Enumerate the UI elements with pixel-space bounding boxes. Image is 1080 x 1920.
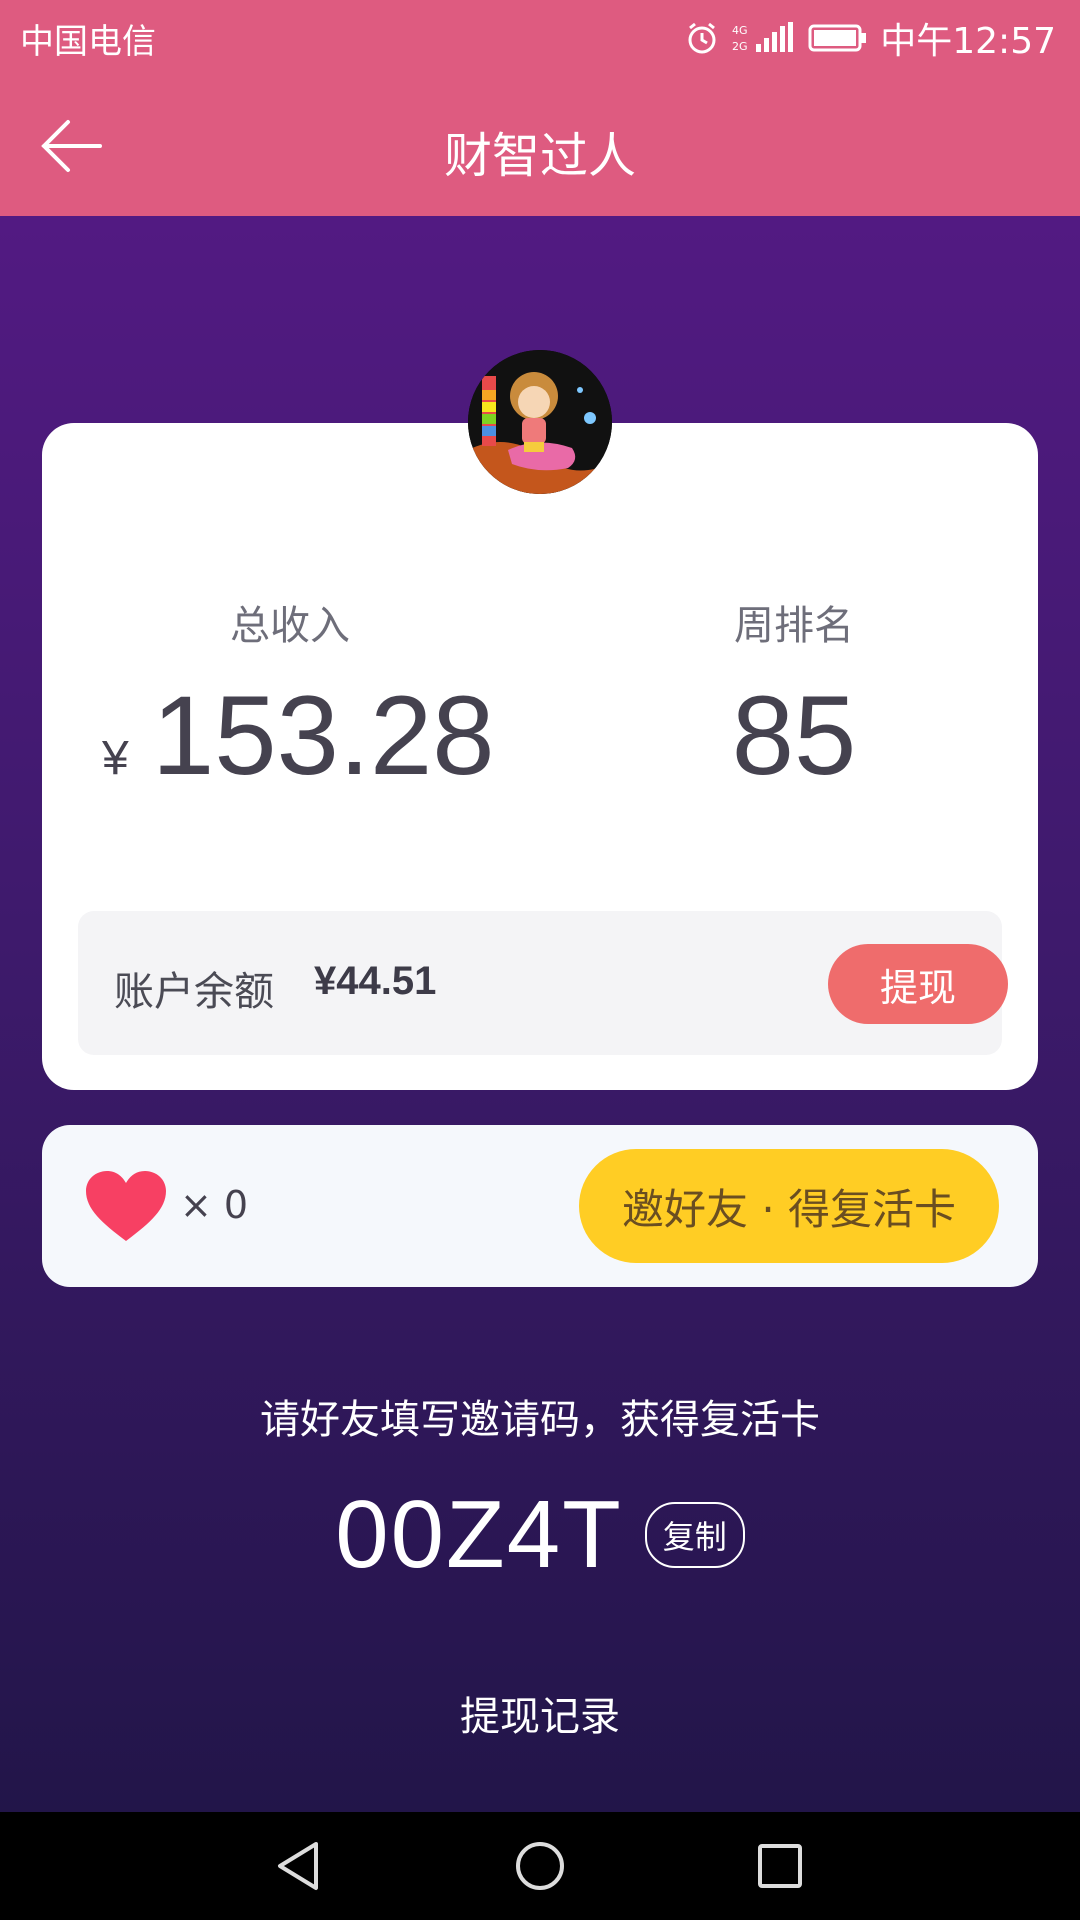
balance-label: 账户余额 xyxy=(114,969,274,1015)
total-income-value: 153.28 xyxy=(152,673,495,798)
carrier-name: 中国电信 xyxy=(20,22,156,62)
lives-card: × 0 邀好友 · 得复活卡 xyxy=(42,1125,1038,1287)
home-circle-icon[interactable] xyxy=(508,1834,572,1898)
signal-icon: 4G 2G xyxy=(732,20,796,56)
avatar[interactable] xyxy=(468,350,612,494)
status-bar: 中国电信 4G 2G 中午12:57 xyxy=(0,0,1080,74)
invite-friends-button[interactable]: 邀好友 · 得复活卡 xyxy=(579,1149,999,1263)
copy-button[interactable]: 复制 xyxy=(644,1502,745,1568)
page-title: 财智过人 xyxy=(443,128,636,184)
content-area: 总收入 周排名 ¥ 153.28 85 账户余额 ¥44.51 提现 × 0 邀… xyxy=(0,216,1080,1812)
balance-box: 账户余额 ¥44.51 提现 xyxy=(78,911,1008,1055)
system-nav-bar xyxy=(0,1812,1080,1920)
total-income-label: 总收入 xyxy=(230,603,350,649)
back-triangle-icon[interactable] xyxy=(268,1834,332,1898)
weekly-rank-value: 85 xyxy=(731,673,857,798)
balance-amount: ¥44.51 xyxy=(314,959,437,1003)
alarm-icon xyxy=(684,20,720,56)
invite-hint: 请好友填写邀请码，获得复活卡 xyxy=(260,1397,820,1443)
weekly-rank-label: 周排名 xyxy=(734,603,854,649)
withdraw-records-link[interactable]: 提现记录 xyxy=(0,1684,1080,1742)
currency-symbol: ¥ xyxy=(102,732,129,785)
invite-code-row: 00Z4T 复制 xyxy=(0,1480,1080,1590)
lives-count: × 0 xyxy=(180,1183,249,1227)
app-bar: 财智过人 xyxy=(0,74,1080,216)
withdraw-button[interactable]: 提现 xyxy=(828,944,1008,1024)
clock-time: 中午12:57 xyxy=(880,21,1056,62)
invite-code: 00Z4T xyxy=(335,1481,623,1588)
heart-icon xyxy=(84,1169,168,1243)
svg-text:4G: 4G xyxy=(732,24,748,37)
recents-square-icon[interactable] xyxy=(748,1834,812,1898)
svg-text:2G: 2G xyxy=(732,40,748,53)
battery-icon xyxy=(808,22,868,54)
